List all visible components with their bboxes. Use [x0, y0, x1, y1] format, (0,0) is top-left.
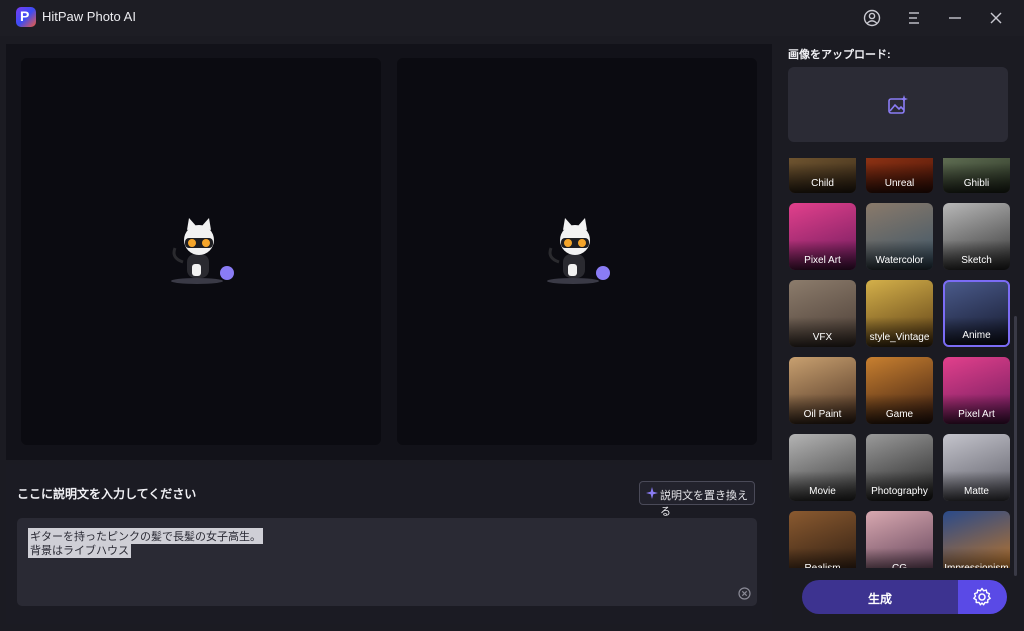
upload-dropzone[interactable]	[788, 67, 1008, 142]
style-tile[interactable]: Anime	[943, 280, 1010, 347]
prompt-section: ここに説明文を入力してください 説明文を置き換える ギターを持ったピンクの髪で長…	[6, 464, 772, 624]
style-tile-label: Pixel Art	[958, 409, 995, 420]
generate-button[interactable]: 生成	[802, 580, 958, 614]
title-bar: P HitPaw Photo AI	[0, 0, 1024, 36]
sparkle-icon	[646, 487, 658, 499]
style-scrollbar[interactable]	[1014, 316, 1017, 576]
style-tile-label: Realism	[789, 563, 856, 568]
app-title: HitPaw Photo AI	[42, 9, 136, 24]
menu-icon[interactable]	[904, 8, 924, 28]
generate-label: 生成	[867, 592, 892, 606]
replace-description-button[interactable]: 説明文を置き換える	[639, 481, 755, 518]
style-tile[interactable]: Oil Paint	[789, 357, 856, 424]
style-tile-label: Watercolor	[875, 255, 924, 266]
style-tile-label: Unreal	[884, 178, 915, 189]
gear-icon	[973, 587, 991, 606]
upload-label: 画像をアップロード:	[788, 49, 891, 61]
style-tile-label: Ghibli	[963, 178, 990, 189]
style-tile-label: Oil Paint	[803, 409, 842, 420]
style-tile-label: CG	[866, 563, 933, 568]
logo-letter: P	[20, 8, 30, 24]
style-tile-label: Game	[885, 409, 914, 420]
style-tile-label: Pixel Art	[804, 255, 841, 266]
prompt-input[interactable]: ギターを持ったピンクの髪で長髪の女子高生。 背景はライブハウス	[17, 518, 757, 606]
app-logo: P	[16, 7, 36, 27]
loading-cat-icon	[171, 218, 234, 284]
style-tile[interactable]: Game	[866, 357, 933, 424]
style-tile-label: Child	[811, 178, 834, 189]
settings-button[interactable]	[958, 580, 1007, 614]
style-tile[interactable]: Child	[789, 158, 856, 193]
style-tile[interactable]: Matte	[943, 434, 1010, 501]
style-tile[interactable]: Sketch	[943, 203, 1010, 270]
style-tile[interactable]: Pixel Art	[789, 203, 856, 270]
style-tile[interactable]: CG	[866, 511, 933, 568]
right-panel: 画像をアップロード: Child Unreal Ghibli Pixel Art Wat…	[780, 36, 1024, 631]
clear-icon[interactable]	[738, 587, 751, 600]
loading-cat-icon	[547, 218, 610, 284]
prompt-line: 背景はライブハウス	[28, 542, 131, 558]
style-tile[interactable]: Unreal	[866, 158, 933, 193]
style-tile-label: VFX	[812, 332, 833, 343]
style-tile-label: Matte	[963, 486, 989, 497]
style-tile[interactable]: Movie	[789, 434, 856, 501]
replace-description-label: 説明文を置き換える	[660, 490, 748, 518]
minimize-icon[interactable]	[945, 8, 965, 28]
style-tile-label: Photography	[871, 486, 928, 497]
style-tile[interactable]: Photography	[866, 434, 933, 501]
style-tile-label: style_Vintage	[869, 332, 930, 343]
prompt-title: ここに説明文を入力してください	[17, 487, 197, 501]
close-icon[interactable]	[986, 8, 1006, 28]
result-preview-pane	[397, 58, 757, 445]
style-tile-label: Anime	[962, 330, 991, 341]
style-tile[interactable]: Ghibli	[943, 158, 1010, 193]
style-tile[interactable]: Realism	[789, 511, 856, 568]
style-tile[interactable]: Impressionism	[943, 511, 1010, 568]
style-tile-label: Sketch	[961, 255, 992, 266]
preview-area	[6, 44, 772, 460]
account-icon[interactable]	[862, 8, 882, 28]
original-preview-pane	[21, 58, 381, 445]
style-tile[interactable]: Watercolor	[866, 203, 933, 270]
style-tile-label: Movie	[809, 486, 836, 497]
style-tile[interactable]: VFX	[789, 280, 856, 347]
image-add-icon	[888, 95, 908, 114]
style-tile-label: Impressionism	[943, 563, 1010, 568]
style-gallery: Child Unreal Ghibli Pixel Art Watercolor Sket…	[780, 158, 1016, 568]
style-tile[interactable]: style_Vintage	[866, 280, 933, 347]
style-tile[interactable]: Pixel Art	[943, 357, 1010, 424]
